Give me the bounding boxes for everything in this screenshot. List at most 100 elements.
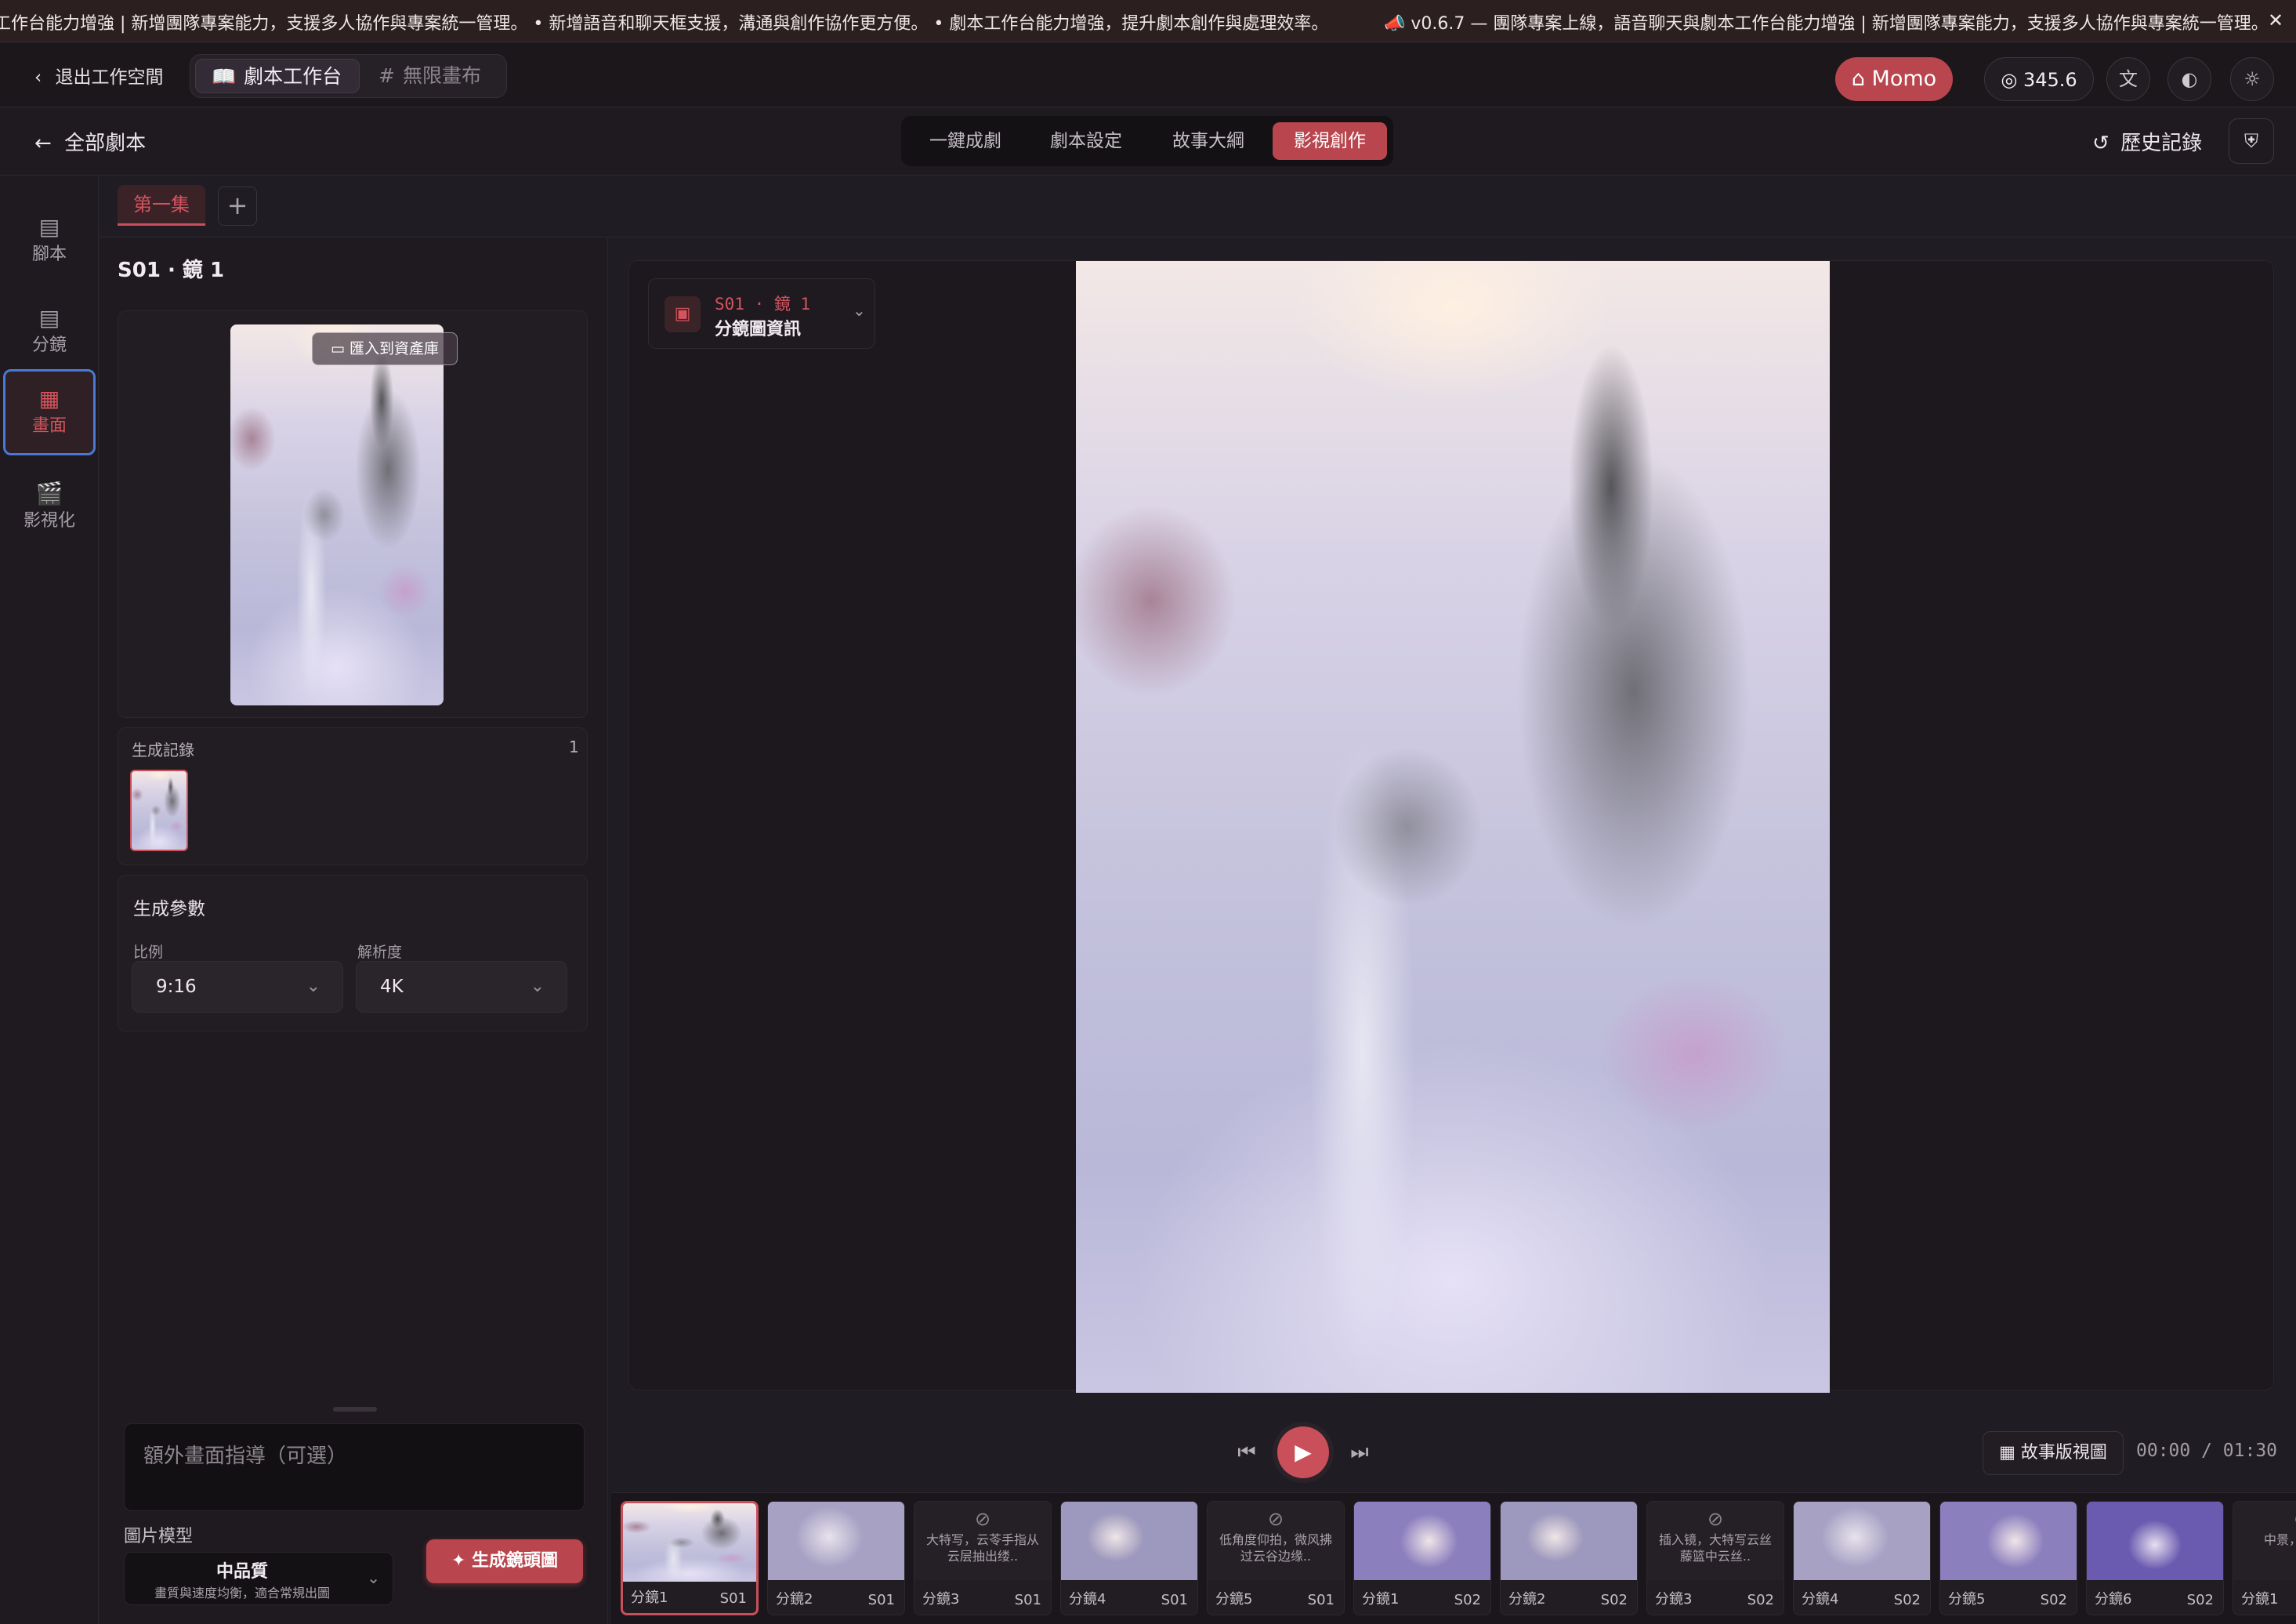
generate-shot-button[interactable]: ✦ 生成鏡頭圖	[426, 1539, 583, 1583]
import-to-library-button[interactable]: ▭ 匯入到資產庫	[312, 332, 458, 365]
image-off-icon: ⊘	[1707, 1508, 1724, 1530]
frame-thumbnail	[1794, 1502, 1930, 1580]
storyboard-frame[interactable]: 分鏡6 S02	[2086, 1501, 2224, 1615]
storyboard-frame[interactable]: 分鏡2 S02	[1500, 1501, 1638, 1615]
frame-description: 插入镜，大特写云丝藤篮中云丝..	[1658, 1532, 1772, 1564]
play-icon[interactable]: ▶	[1277, 1426, 1329, 1478]
left-rail: ▤ 腳本 ▤ 分鏡 ▦ 畫面 🎬 影視化	[0, 176, 99, 1624]
resolution-label: 解析度	[357, 944, 403, 961]
episode-tab[interactable]: 第一集	[118, 185, 205, 226]
exit-workspace-button[interactable]: ‹ 退出工作空間	[34, 62, 164, 89]
storyboard-frame[interactable]: 分鏡4 S01	[1060, 1501, 1198, 1615]
chevron-down-icon: ⌄	[367, 1568, 380, 1587]
drag-handle[interactable]	[333, 1407, 377, 1412]
storyboard-frame[interactable]: 分鏡1 S02	[1353, 1501, 1491, 1615]
frame-thumbnail	[2087, 1502, 2223, 1580]
announcement-text: 工作台能力增強 | 新增團隊專案能力，支援多人協作與專案統一管理。 • 新增語音…	[0, 14, 1329, 34]
ratio-value: 9:16	[156, 977, 197, 997]
extra-direction-input[interactable]: 額外畫面指導（可選）	[124, 1423, 585, 1511]
generation-record-thumb[interactable]	[130, 770, 188, 851]
sparkle-icon: ✦	[451, 1551, 466, 1571]
chevron-down-icon: ⌄	[530, 977, 545, 996]
main-preview-image[interactable]	[1076, 261, 1830, 1393]
credits-button[interactable]: ◎ 345.6	[1984, 57, 2094, 101]
rail-item-label: 畫面	[31, 416, 67, 436]
shield-icon[interactable]: ⛨	[2229, 118, 2274, 164]
frame-name: 分鏡1	[1362, 1591, 1400, 1608]
image-icon: ▣	[665, 296, 701, 332]
grid-icon: ▦	[1999, 1443, 2015, 1463]
tab-script-settings[interactable]: 劇本設定	[1033, 122, 1139, 160]
storyboard-frame[interactable]: ⊘ 低角度仰拍，微风拂过云谷边缘.. 分鏡5 S01	[1207, 1501, 1345, 1615]
frame-description: 大特写，云苓手指从云层抽出缕..	[925, 1532, 1039, 1564]
skip-back-icon[interactable]: ⏮	[1235, 1441, 1258, 1464]
tab-one-click[interactable]: 一鍵成劇	[912, 122, 1019, 160]
resolution-select[interactable]: 4K ⌄	[356, 961, 567, 1013]
tab-story-outline[interactable]: 故事大綱	[1155, 122, 1262, 160]
params-title: 生成參數	[133, 899, 205, 919]
frame-icon: ▦	[38, 386, 60, 411]
storyboard-icon: ▤	[38, 305, 60, 331]
image-model-select[interactable]: 中品質 畫質與速度均衡，適合常規出圖 ⌄	[124, 1552, 393, 1605]
shot-preview-image[interactable]	[230, 324, 444, 705]
frame-scene: S02	[1454, 1592, 1481, 1608]
announcement-text-version: 📣 v0.6.7 — 團隊專案上線，語音聊天與劇本工作台能力增強 | 新增團隊專…	[1384, 14, 2284, 34]
add-episode-button[interactable]: +	[218, 187, 257, 226]
storyboard-info-dropdown[interactable]: ▣ S01 · 鏡 1 分鏡圖資訊 ⌄	[648, 278, 875, 349]
rail-item-label: 分鏡	[31, 335, 67, 355]
frame-scene: S01	[867, 1592, 895, 1608]
momo-button[interactable]: ⌂ Momo	[1835, 57, 1953, 101]
rail-item-frame[interactable]: ▦ 畫面	[3, 369, 96, 455]
palette-icon[interactable]: ◐	[2167, 57, 2211, 101]
exit-workspace-label: 退出工作空間	[55, 67, 164, 88]
ratio-select[interactable]: 9:16 ⌄	[132, 961, 343, 1013]
sun-icon[interactable]: ☼	[2230, 57, 2274, 101]
skip-forward-icon[interactable]: ⏭	[1348, 1441, 1371, 1464]
announcement-bar: 工作台能力增強 | 新增團隊專案能力，支援多人協作與專案統一管理。 • 新增語音…	[0, 0, 2296, 42]
frame-scene: S01	[719, 1590, 747, 1607]
frame-thumbnail	[1354, 1502, 1490, 1580]
storyboard-view-button[interactable]: ▦ 故事版視圖	[1983, 1431, 2124, 1475]
frame-placeholder: ⊘ 大特写，云苓手指从云层抽出缕..	[914, 1502, 1051, 1580]
rail-item-script[interactable]: ▤ 腳本	[3, 200, 96, 286]
storyboard-frame[interactable]: ⊘ 插入镜，大特写云丝藤篮中云丝.. 分鏡3 S02	[1646, 1501, 1784, 1615]
frame-name: 分鏡4	[1069, 1591, 1106, 1608]
all-scripts-link[interactable]: ← 全部劇本	[34, 127, 146, 156]
frame-name: 分鏡4	[1802, 1591, 1839, 1608]
close-icon[interactable]: ✕	[2263, 8, 2288, 33]
storyboard-frame[interactable]: 分鏡2 S01	[767, 1501, 905, 1615]
generate-shot-label: 生成鏡頭圖	[472, 1551, 559, 1571]
frame-scene: S02	[1600, 1592, 1628, 1608]
storyboard-frame[interactable]: ⊘ 中景，来将旋分鏡1	[2233, 1501, 2296, 1615]
resolution-value: 4K	[380, 977, 404, 997]
rail-item-storyboard[interactable]: ▤ 分鏡	[3, 291, 96, 377]
frame-name: 分鏡3	[1655, 1591, 1693, 1608]
robot-icon: ⌂	[1851, 67, 1865, 91]
frame-name: 分鏡1	[631, 1590, 668, 1606]
frame-thumbnail	[623, 1503, 756, 1582]
storyboard-frame[interactable]: 分鏡5 S02	[1939, 1501, 2077, 1615]
rail-item-film[interactable]: 🎬 影視化	[3, 466, 96, 553]
clapper-icon: 🎬	[35, 480, 63, 506]
storyboard-frame[interactable]: 分鏡1 S01	[621, 1501, 759, 1615]
frame-scene: S02	[1893, 1592, 1921, 1608]
translate-icon[interactable]: 文	[2106, 57, 2150, 101]
hash-icon: #	[378, 64, 395, 87]
book-icon: 📖	[212, 65, 237, 88]
tab-infinite-canvas[interactable]: # 無限畫布	[363, 59, 498, 93]
frame-description: 低角度仰拍，微风拂过云谷边缘..	[1219, 1532, 1332, 1564]
chevron-down-icon: ⌄	[306, 977, 320, 996]
tab-film-creation[interactable]: 影視創作	[1273, 122, 1387, 160]
credits-value: 345.6	[2023, 69, 2077, 91]
top-bar: ‹ 退出工作空間 📖 劇本工作台 # 無限畫布 ⌂ Momo ◎ 345.6 文 ◐…	[0, 43, 2296, 107]
generation-record-label: 生成記錄	[132, 741, 194, 759]
frame-scene: S02	[2186, 1592, 2214, 1608]
history-button[interactable]: ↺ 歷史記錄	[2092, 127, 2202, 156]
frame-name: 分鏡2	[1508, 1591, 1546, 1608]
frame-thumbnail	[1501, 1502, 1637, 1580]
storyboard-frame[interactable]: ⊘ 大特写，云苓手指从云层抽出缕.. 分鏡3 S01	[914, 1501, 1052, 1615]
image-off-icon: ⊘	[974, 1508, 991, 1530]
tab-script-workbench[interactable]: 📖 劇本工作台	[195, 59, 360, 93]
storyboard-frame[interactable]: 分鏡4 S02	[1793, 1501, 1931, 1615]
generation-record-count: 1	[569, 738, 579, 756]
